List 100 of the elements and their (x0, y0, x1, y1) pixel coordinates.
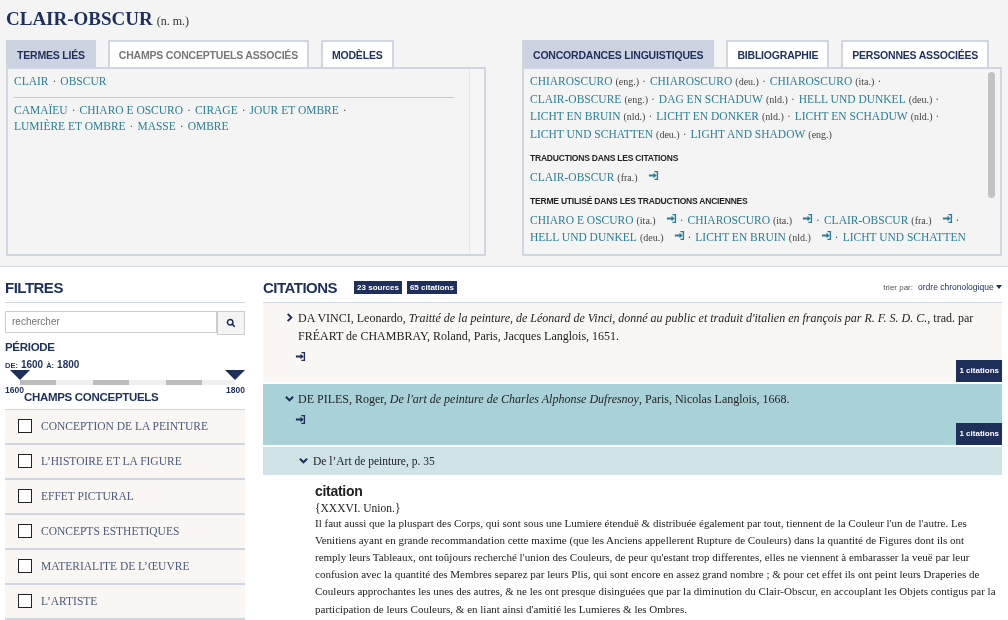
term-link[interactable]: LUMIÈRE ET OMBRE (14, 118, 126, 135)
term-link[interactable]: LICHT UND SCHATTEN (842, 229, 966, 246)
chevron-icon (285, 393, 294, 403)
sign-in-icon[interactable] (295, 413, 306, 425)
passage-label: De l’Art de peinture, p. 35 (313, 454, 435, 467)
term-link[interactable]: OMBRE (187, 118, 229, 135)
language-label: (fra.) (617, 170, 638, 185)
scrollbar-thumb[interactable] (988, 72, 995, 198)
separator-dot: · (642, 74, 646, 89)
separator-dot: · (761, 74, 766, 89)
period-heading: PÉRIODE (5, 340, 56, 353)
term-link[interactable]: CLAIR-OBSCUR (530, 168, 615, 185)
term-link[interactable]: CIRAGE (194, 101, 238, 118)
term-link[interactable]: CHIARO E OSCURO (530, 211, 634, 228)
checkbox[interactable] (18, 559, 32, 573)
language-label: (deu.) (639, 231, 664, 245)
range-max-label: 1800 (226, 384, 245, 395)
language-label: (deu.) (735, 75, 759, 89)
language-label: (deu.) (908, 92, 933, 107)
range-handle[interactable] (225, 369, 245, 380)
concept-label: CONCEPTS ESTHETIQUES (41, 525, 180, 537)
term-link[interactable]: HELL UND DUNKEL (530, 229, 637, 246)
count-badge: 23 sources (354, 280, 402, 294)
separator-dot: · (71, 102, 76, 118)
concepts-heading: CHAMPS CONCEPTUELS (23, 390, 160, 403)
tab[interactable]: PERSONNES ASSOCIÉES (841, 40, 990, 67)
term-link[interactable]: DAG EN SCHADUW (658, 90, 763, 107)
term-link[interactable]: CHIARO E OSCURO (79, 101, 184, 118)
checkbox[interactable] (18, 419, 32, 433)
term-link[interactable]: JOUR ET OMBRE (249, 101, 339, 118)
range-handle[interactable] (10, 369, 30, 380)
language-label: (nld.) (788, 231, 811, 245)
separator-dot: · (935, 109, 940, 124)
count-badge: 65 citations (406, 280, 457, 294)
citations-heading: CITATIONS (263, 278, 338, 296)
term-link[interactable]: LIGHT AND SHADOW (690, 125, 806, 142)
concept-label: CONCEPTION DE LA PEINTURE (41, 420, 209, 432)
checkbox[interactable] (18, 594, 32, 608)
checkbox[interactable] (18, 489, 32, 503)
range-min-label: 1600 (5, 384, 24, 395)
sign-in-icon[interactable] (295, 350, 306, 362)
checkbox[interactable] (18, 524, 32, 538)
term-link[interactable]: LICHT EN BRUIN (695, 229, 786, 246)
passage-row[interactable]: De l’Art de peinture, p. 35 (263, 446, 1002, 475)
separator-dot: · (679, 212, 684, 228)
term-link[interactable]: LICHT EN SCHADUW (794, 108, 908, 125)
term-link[interactable]: CHIAROSCURO (687, 211, 770, 228)
term-link[interactable]: OBSCUR (60, 73, 107, 90)
tab[interactable]: MODÈLES (320, 40, 394, 67)
term-link[interactable]: CHIAROSCURO (530, 73, 613, 90)
term-link[interactable]: CLAIR-OBSCURE (530, 90, 622, 107)
term-link[interactable]: CHIAROSCURO (649, 73, 733, 90)
checkbox[interactable] (18, 454, 32, 468)
language-label: (nld.) (765, 92, 788, 107)
language-label: (ita.) (636, 213, 656, 228)
separator-dot: · (935, 91, 940, 107)
term-link[interactable]: CLAIR-OBSCUR (823, 211, 909, 228)
concept-row[interactable]: L’ARTISTE (5, 584, 245, 620)
concept-row[interactable]: L’HISTOIRE ET LA FIGURE (5, 444, 245, 480)
concept-row[interactable]: CONCEPTS ESTHETIQUES (5, 514, 245, 550)
concept-row[interactable]: CONCEPTION DE LA PEINTURE (5, 409, 245, 445)
search-icon (226, 317, 236, 328)
concept-row[interactable]: MATERIALITE DE L’ŒUVRE (5, 549, 245, 585)
grammar-label: (n. m.) (156, 14, 190, 29)
term-link[interactable]: CHIAROSCURO (769, 73, 853, 90)
count-badge: 1 citations (956, 422, 1002, 445)
sort-dropdown[interactable]: ordre chronologique (918, 282, 1002, 292)
term-link[interactable]: CLAIR (14, 73, 49, 90)
separator-dot: · (687, 230, 692, 245)
section-heading: TRADUCTIONS DANS LES CITATIONS (530, 152, 680, 165)
from-year: 1600 (20, 358, 44, 370)
separator-dot: · (834, 230, 839, 245)
separator-dot: · (342, 102, 347, 118)
term-link[interactable]: CAMAÏEU (14, 101, 68, 118)
term-link[interactable]: LICHT EN DONKER (656, 108, 759, 125)
source-reference: DE PILES, Roger, De l'art de peinture de Charles Alphonse Dufresnoy, Paris, Nicolas Langlois, 1668. (298, 390, 790, 408)
language-label: (nld.) (761, 110, 784, 124)
term-link[interactable]: LICHT UND SCHATTEN (530, 125, 654, 142)
count-badge: 1 citations (956, 359, 1002, 382)
tab[interactable]: CONCORDANCES LINGUISTIQUES (522, 40, 715, 67)
language-label: (eng.) (624, 92, 648, 107)
search-field[interactable]: rechercher (5, 310, 217, 333)
caret-icon (996, 285, 1002, 289)
term-link[interactable]: LICHT EN BRUIN (530, 108, 621, 125)
concept-label: MATERIALITE DE L’ŒUVRE (41, 560, 190, 572)
tab[interactable]: BIBLIOGRAPHIE (726, 40, 830, 67)
language-label: (eng.) (615, 75, 640, 89)
separator-dot: · (187, 102, 191, 118)
separator-dot: · (651, 91, 655, 107)
source-row[interactable] (263, 302, 1002, 384)
concept-row[interactable]: EFFET PICTURAL (5, 479, 245, 515)
term-link[interactable]: HELL UND DUNKEL (798, 90, 906, 107)
tab[interactable]: TERMES LIÉS (6, 40, 96, 67)
language-label: (deu.) (656, 127, 680, 142)
term-link[interactable]: MASSE (137, 118, 176, 135)
source-row[interactable]: DE PILES, Roger, De l'art de peinture de Charles Alphonse Dufresnoy, Paris, Nicolas Langlois, 1668. 1 citations (263, 383, 1002, 447)
separator-dot: · (52, 74, 57, 89)
concept-label: EFFET PICTURAL (41, 490, 134, 502)
chevron-icon (285, 312, 294, 322)
search-button[interactable] (217, 310, 245, 335)
